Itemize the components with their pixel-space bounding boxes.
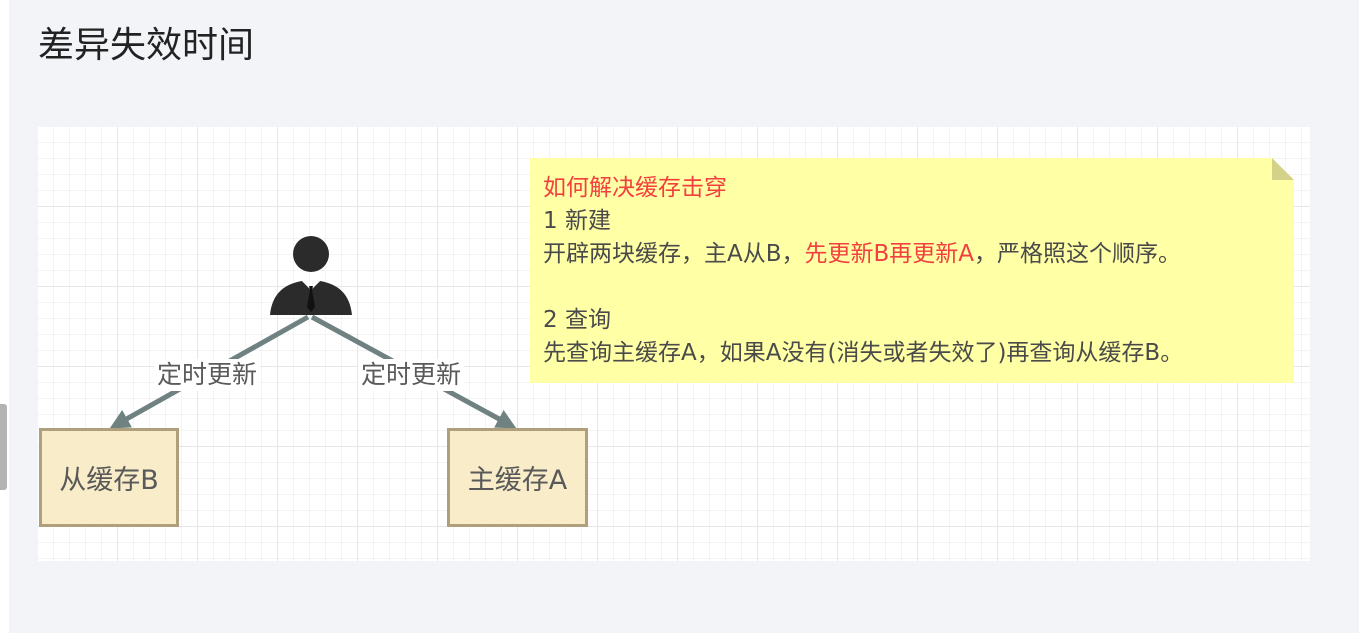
note-body: 如何解决缓存击穿 1 新建 开辟两块缓存，主A从B，先更新B再更新A，严格照这个… <box>543 172 1183 370</box>
page-left-edge <box>0 0 9 633</box>
note-step1-text-part2: ，严格照这个顺序。 <box>974 241 1182 267</box>
diagram-canvas: 定时更新 定时更新 从缓存B 主缓存A 如何解决缓存击穿 1 新建 开辟两块缓存… <box>38 127 1310 561</box>
person-icon <box>270 236 352 315</box>
node-slave-cache-b: 从缓存B <box>39 428 179 527</box>
note-step1-text-part1: 开辟两块缓存，主A从B， <box>543 241 805 267</box>
edge-label-scheduled-update-right: 定时更新 <box>358 359 465 391</box>
note-step2-title: 2 查询 <box>543 307 611 333</box>
sticky-note: 如何解决缓存击穿 1 新建 开辟两块缓存，主A从B，先更新B再更新A，严格照这个… <box>530 158 1294 383</box>
note-step2-text: 先查询主缓存A，如果A没有(消失或者失效了)再查询从缓存B。 <box>543 340 1184 366</box>
note-step1-title: 1 新建 <box>543 208 611 234</box>
node-slave-cache-label: 从缓存B <box>59 465 159 496</box>
note-heading: 如何解决缓存击穿 <box>543 175 727 201</box>
scrollbar-thumb[interactable] <box>0 404 7 490</box>
node-master-cache-a: 主缓存A <box>447 428 588 527</box>
note-step1-text-highlight: 先更新B再更新A <box>804 241 975 267</box>
edge-label-scheduled-update-left: 定时更新 <box>154 359 261 391</box>
note-step1-text: 开辟两块缓存，主A从B，先更新B再更新A，严格照这个顺序。 <box>543 238 1183 271</box>
note-blank-line <box>543 271 1183 304</box>
node-master-cache-label: 主缓存A <box>467 465 568 496</box>
page-title: 差异失效时间 <box>38 25 255 66</box>
